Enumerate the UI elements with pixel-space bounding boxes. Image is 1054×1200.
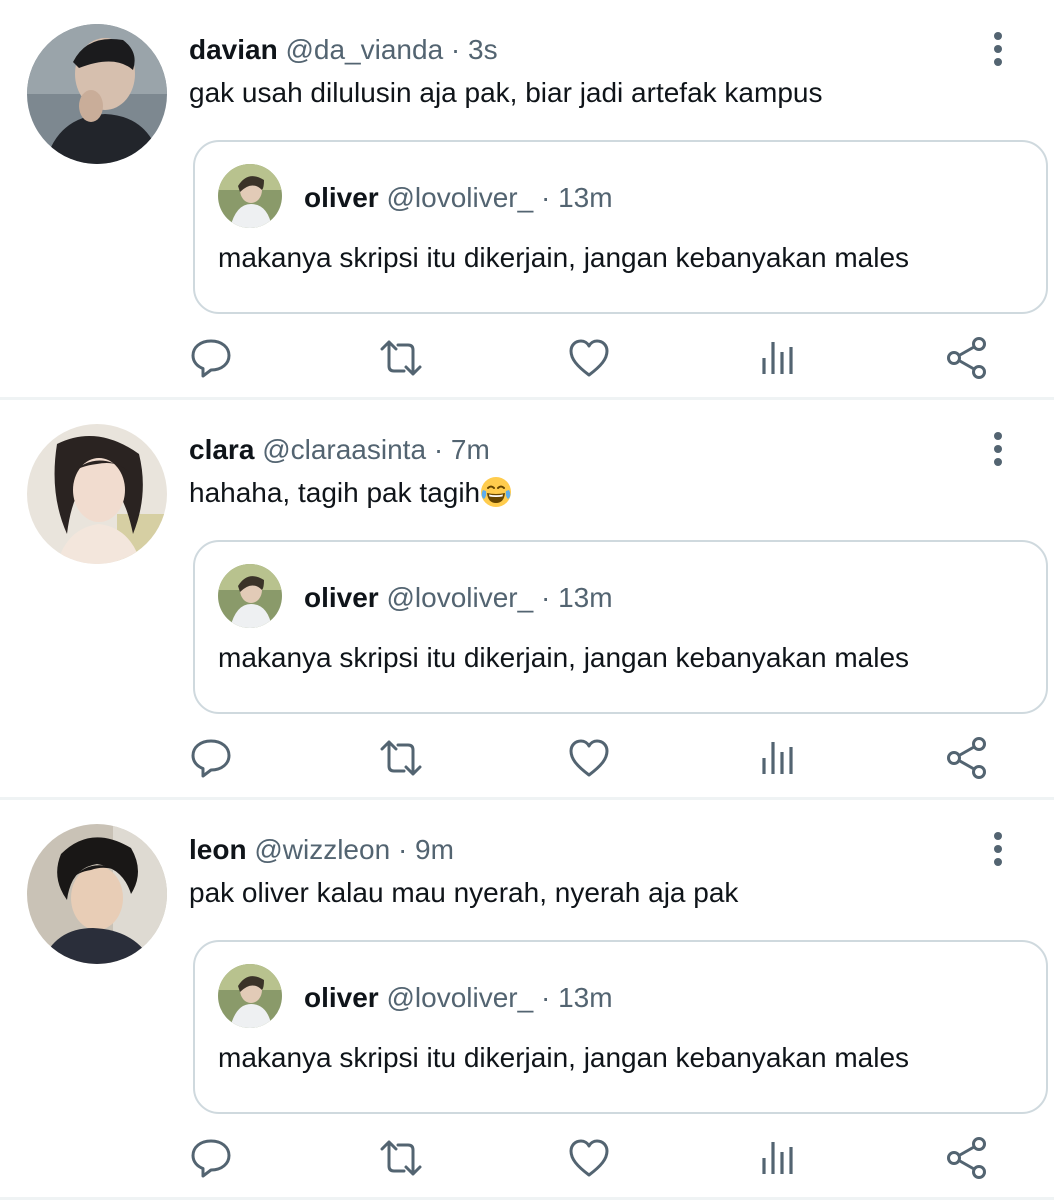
quoted-tweet[interactable]: oliver @lovoliver_ · 13m makanya skripsi… [193,140,1048,314]
tweet-text: gak usah dilulusin aja pak, biar jadi ar… [189,77,823,108]
user-handle[interactable]: @da_vianda [285,34,443,65]
tweet[interactable]: leon @wizzleon · 9m pak oliver kalau mau… [0,800,1054,1200]
heart-icon[interactable] [567,1136,611,1180]
quoted-text: makanya skripsi itu dikerjain, jangan ke… [218,1042,910,1073]
tweet[interactable]: clara @claraasinta · 7m hahaha, tagih pa… [0,400,1054,800]
separator-dot: · [397,834,408,865]
quoted-text: makanya skripsi itu dikerjain, jangan ke… [218,242,910,273]
quoted-user-handle[interactable]: @lovoliver_ [386,982,533,1013]
tweet[interactable]: davian @da_vianda · 3s gak usah dilulusi… [0,0,1054,400]
avatar[interactable] [27,824,167,964]
display-name[interactable]: clara [189,434,254,465]
more-vertical-icon[interactable] [978,830,1018,870]
quoted-tweet[interactable]: oliver @lovoliver_ · 13m makanya skripsi… [193,540,1048,714]
avatar[interactable] [27,24,167,164]
quoted-display-name[interactable]: oliver [304,982,379,1013]
quoted-header: oliver @lovoliver_ · 13m [304,580,613,616]
share-icon[interactable] [945,336,989,380]
separator-dot: · [540,982,551,1013]
face-with-tears-of-joy-icon [480,476,512,508]
retweet-icon[interactable] [379,736,423,780]
separator-dot: · [540,182,551,213]
display-name[interactable]: davian [189,34,278,65]
retweet-icon[interactable] [379,336,423,380]
separator-dot: · [433,434,444,465]
quoted-timestamp[interactable]: 13m [558,582,612,613]
quoted-timestamp[interactable]: 13m [558,182,612,213]
action-bar [0,736,1054,784]
quoted-user-handle[interactable]: @lovoliver_ [386,182,533,213]
action-bar [0,1136,1054,1184]
quoted-display-name[interactable]: oliver [304,582,379,613]
quoted-header: oliver @lovoliver_ · 13m [304,180,613,216]
tweet-text: pak oliver kalau mau nyerah, nyerah aja … [189,877,739,908]
display-name[interactable]: leon [189,834,247,865]
tweet-header: clara @claraasinta · 7m [189,432,490,468]
reply-icon[interactable] [189,736,233,780]
separator-dot: · [540,582,551,613]
quoted-avatar[interactable] [218,564,282,628]
quoted-avatar[interactable] [218,164,282,228]
share-icon[interactable] [945,736,989,780]
reply-icon[interactable] [189,1136,233,1180]
quoted-timestamp[interactable]: 13m [558,982,612,1013]
timestamp[interactable]: 3s [468,34,498,65]
more-vertical-icon[interactable] [978,30,1018,70]
user-handle[interactable]: @claraasinta [262,434,426,465]
avatar[interactable] [27,424,167,564]
share-icon[interactable] [945,1136,989,1180]
quoted-user-handle[interactable]: @lovoliver_ [386,582,533,613]
tweet-text: hahaha, tagih pak tagih [189,474,512,512]
quoted-tweet[interactable]: oliver @lovoliver_ · 13m makanya skripsi… [193,940,1048,1114]
heart-icon[interactable] [567,736,611,780]
quoted-text: makanya skripsi itu dikerjain, jangan ke… [218,642,910,673]
tweet-header: davian @da_vianda · 3s [189,32,498,68]
timestamp[interactable]: 9m [415,834,454,865]
views-icon[interactable] [757,336,801,380]
separator-dot: · [450,34,461,65]
heart-icon[interactable] [567,336,611,380]
retweet-icon[interactable] [379,1136,423,1180]
user-handle[interactable]: @wizzleon [254,834,390,865]
tweet-header: leon @wizzleon · 9m [189,832,454,868]
quoted-display-name[interactable]: oliver [304,182,379,213]
reply-icon[interactable] [189,336,233,380]
quoted-header: oliver @lovoliver_ · 13m [304,980,613,1016]
action-bar [0,336,1054,384]
quoted-avatar[interactable] [218,964,282,1028]
views-icon[interactable] [757,1136,801,1180]
views-icon[interactable] [757,736,801,780]
more-vertical-icon[interactable] [978,430,1018,470]
timestamp[interactable]: 7m [451,434,490,465]
